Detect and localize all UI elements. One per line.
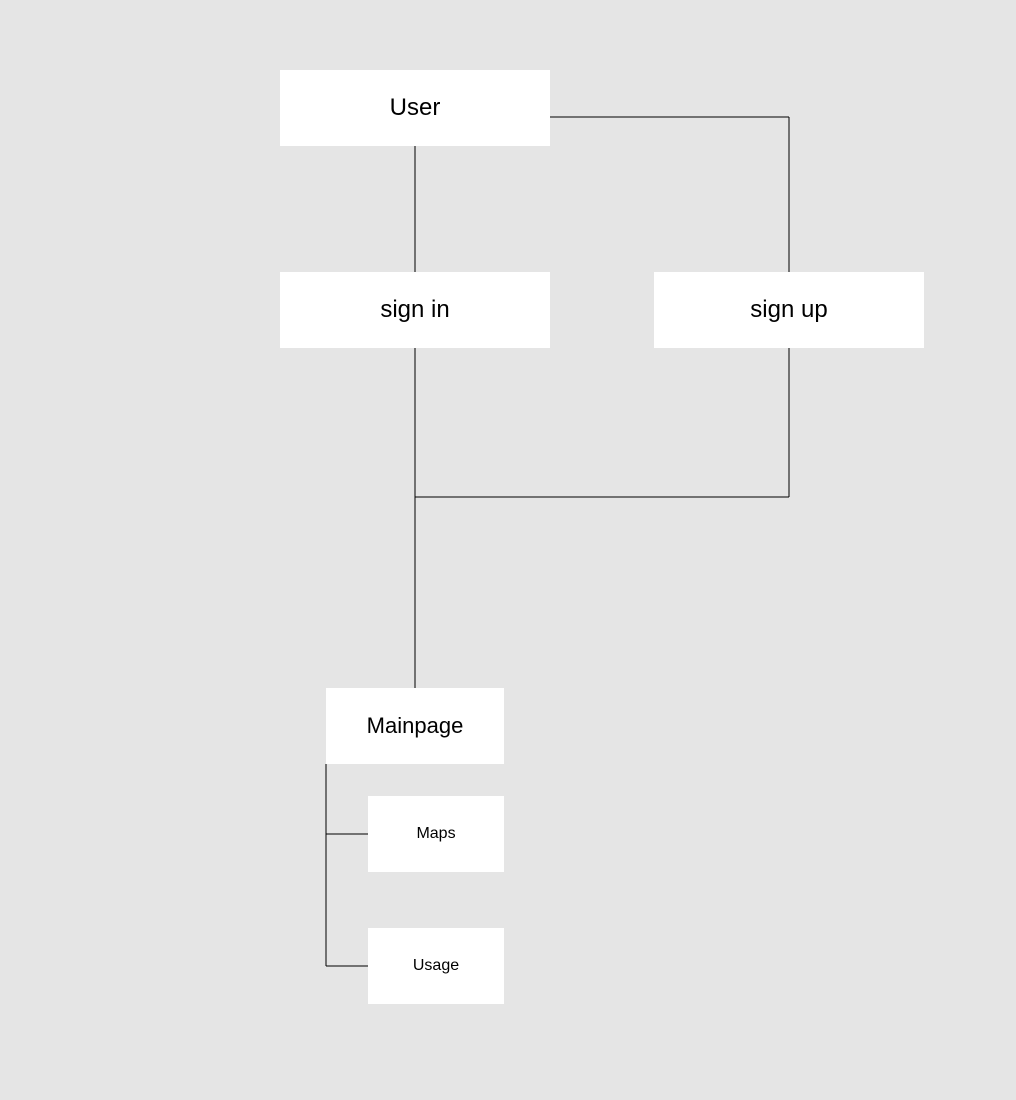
node-maps-label: Maps (416, 825, 455, 843)
diagram-connectors (0, 0, 1016, 1100)
node-mainpage-label: Mainpage (367, 713, 464, 739)
node-signup: sign up (654, 272, 924, 348)
node-maps: Maps (368, 796, 504, 872)
node-user-label: User (390, 94, 441, 122)
node-signin: sign in (280, 272, 550, 348)
node-usage-label: Usage (413, 957, 459, 975)
node-signup-label: sign up (750, 296, 827, 324)
node-usage: Usage (368, 928, 504, 1004)
node-user: User (280, 70, 550, 146)
node-signin-label: sign in (380, 296, 449, 324)
node-mainpage: Mainpage (326, 688, 504, 764)
